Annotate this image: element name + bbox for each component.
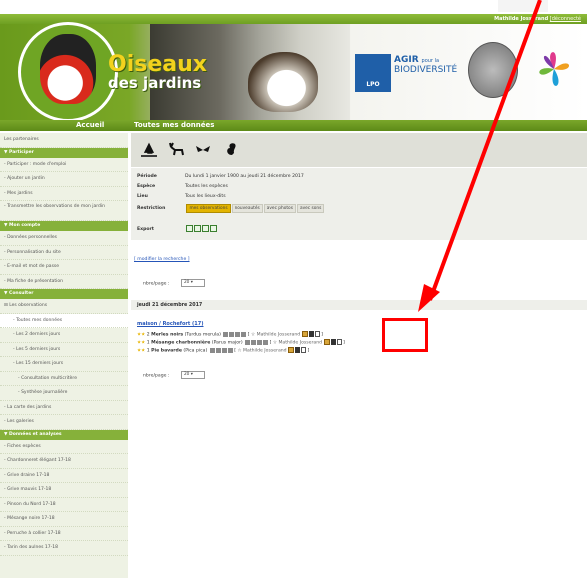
annotation-arrow [418, 0, 542, 312]
